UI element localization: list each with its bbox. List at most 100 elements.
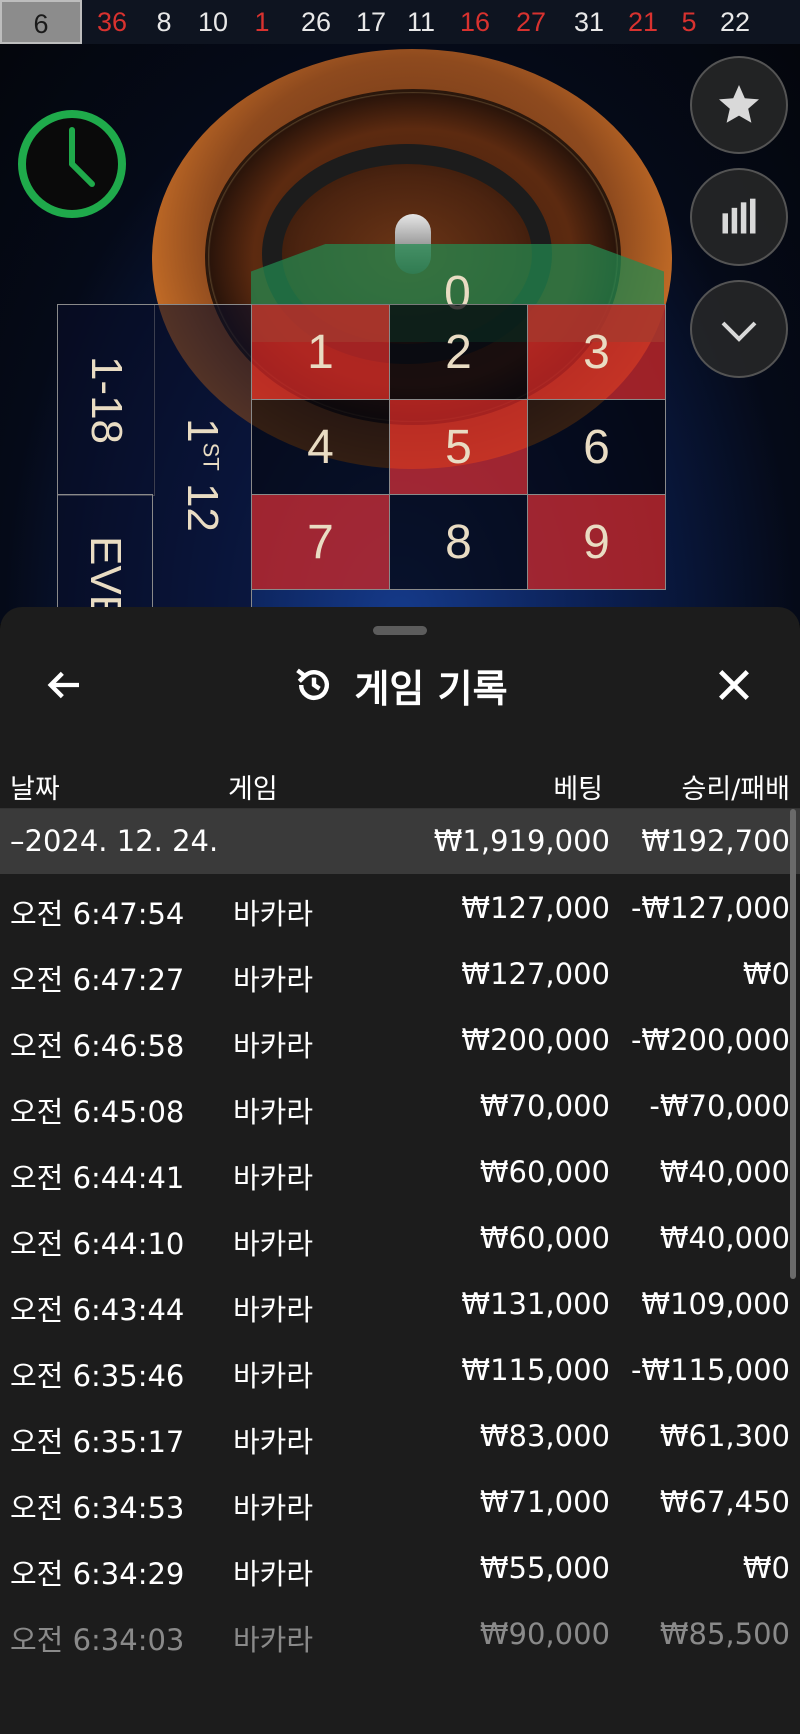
row-result: ₩109,000 bbox=[641, 1287, 790, 1321]
date-group-date: –2024. 12. 24. bbox=[10, 824, 219, 858]
bet-number-cell[interactable]: 7 bbox=[252, 495, 390, 590]
row-bet: ₩60,000 bbox=[479, 1221, 610, 1255]
column-header-result[interactable]: 승리/패배 bbox=[682, 767, 790, 806]
close-icon bbox=[719, 670, 749, 700]
row-bet: ₩83,000 bbox=[479, 1419, 610, 1453]
bet-first-dozen[interactable]: 1ST 12 bbox=[153, 304, 252, 624]
bet-number-cell[interactable]: 8 bbox=[390, 495, 528, 590]
bet-low-1-18[interactable]: 1-18 bbox=[57, 304, 155, 496]
column-header-date[interactable]: 날짜 bbox=[10, 767, 60, 806]
table-row[interactable]: 오전 6:34:29 바카라 ₩55,000 ₩0 bbox=[0, 1534, 800, 1600]
row-bet: ₩115,000 bbox=[461, 1353, 610, 1387]
bet-number-cell[interactable]: 3 bbox=[528, 305, 666, 400]
row-result: ₩40,000 bbox=[659, 1155, 790, 1189]
table-row[interactable]: 오전 6:44:41 바카라 ₩60,000 ₩40,000 bbox=[0, 1138, 800, 1204]
row-game: 바카라 bbox=[233, 1359, 314, 1393]
collapse-button[interactable] bbox=[690, 280, 788, 378]
clock-icon bbox=[18, 110, 126, 218]
row-game: 바카라 bbox=[233, 1161, 314, 1195]
result-number: 10 bbox=[197, 7, 229, 37]
row-bet: ₩55,000 bbox=[479, 1551, 610, 1585]
result-number: 8 bbox=[156, 7, 172, 37]
chevron-down-icon bbox=[721, 321, 757, 342]
bet-number-label: 6 bbox=[583, 420, 610, 474]
table-row[interactable]: 오전 6:47:54 바카라 ₩127,000 -₩127,000 bbox=[0, 874, 800, 940]
row-result: ₩67,450 bbox=[659, 1485, 790, 1519]
timer-button[interactable] bbox=[16, 108, 128, 220]
sheet-drag-handle[interactable] bbox=[373, 626, 427, 635]
table-row[interactable]: 오전 6:34:03 바카라 ₩90,000 ₩85,500 bbox=[0, 1600, 800, 1666]
bet-number-cell[interactable]: 1 bbox=[252, 305, 390, 400]
bar-chart-icon bbox=[722, 198, 756, 234]
table-row[interactable]: 오전 6:34:53 바카라 ₩71,000 ₩67,450 bbox=[0, 1468, 800, 1534]
table-row[interactable]: 오전 6:35:46 바카라 ₩115,000 -₩115,000 bbox=[0, 1336, 800, 1402]
bet-grid: 1 2 3 4 5 6 7 8 9 bbox=[251, 304, 666, 590]
row-result: ₩85,500 bbox=[659, 1617, 790, 1651]
recent-results-strip: 6 36 8 10 1 26 17 11 16 27 31 21 5 22 bbox=[0, 0, 800, 44]
row-bet: ₩127,000 bbox=[461, 957, 610, 991]
result-number: 5 bbox=[681, 7, 697, 37]
row-bet: ₩71,000 bbox=[479, 1485, 610, 1519]
table-row[interactable]: 오전 6:46:58 바카라 ₩200,000 -₩200,000 bbox=[0, 1006, 800, 1072]
bet-even[interactable]: EVE bbox=[57, 494, 153, 624]
history-list: 오전 6:47:54 바카라 ₩127,000 -₩127,000 오전 6:47:27… bbox=[0, 874, 800, 1666]
table-row[interactable]: 오전 6:43:44 바카라 ₩131,000 ₩109,000 bbox=[0, 1270, 800, 1336]
game-history-sheet: 게임 기록 날짜 게임 베팅 승리/패배 –2024. 12. 24. ₩1,9… bbox=[0, 607, 800, 1734]
table-row[interactable]: 오전 6:44:10 바카라 ₩60,000 ₩40,000 bbox=[0, 1204, 800, 1270]
bet-number-cell[interactable]: 5 bbox=[390, 400, 528, 495]
row-time: 오전 6:34:53 bbox=[10, 1491, 185, 1525]
row-time: 오전 6:34:29 bbox=[10, 1557, 185, 1591]
result-number: 36 bbox=[96, 7, 128, 37]
scrollbar[interactable] bbox=[790, 809, 796, 1279]
result-number: 1 bbox=[254, 7, 270, 37]
bet-number-cell[interactable]: 2 bbox=[390, 305, 528, 400]
bet-number-label: 8 bbox=[445, 515, 472, 569]
row-time: 오전 6:44:10 bbox=[10, 1227, 185, 1261]
table-row[interactable]: 오전 6:35:17 바카라 ₩83,000 ₩61,300 bbox=[0, 1402, 800, 1468]
roulette-game-area: 0 123456789 1-18 EVE 1ST 12 bbox=[0, 44, 800, 624]
bet-number-label: 5 bbox=[445, 420, 472, 474]
table-row[interactable]: 오전 6:45:08 바카라 ₩70,000 -₩70,000 bbox=[0, 1072, 800, 1138]
result-number: 21 bbox=[627, 7, 659, 37]
result-number: 11 bbox=[406, 7, 436, 37]
bet-number-cell[interactable]: 4 bbox=[252, 400, 390, 495]
statistics-button[interactable] bbox=[690, 168, 788, 266]
bet-low-label: 1-18 bbox=[81, 355, 131, 445]
row-time: 오전 6:43:44 bbox=[10, 1293, 185, 1327]
row-time: 오전 6:35:17 bbox=[10, 1425, 185, 1459]
row-time: 오전 6:34:03 bbox=[10, 1623, 185, 1657]
bet-number-cell[interactable]: 6 bbox=[528, 400, 666, 495]
row-bet: ₩60,000 bbox=[479, 1155, 610, 1189]
row-result: ₩61,300 bbox=[659, 1419, 790, 1453]
row-game: 바카라 bbox=[233, 963, 314, 997]
row-time: 오전 6:44:41 bbox=[10, 1161, 185, 1195]
favorites-button[interactable] bbox=[690, 56, 788, 154]
row-game: 바카라 bbox=[233, 1029, 314, 1063]
star-icon bbox=[719, 85, 759, 123]
result-number: 16 bbox=[459, 7, 491, 37]
table-header: 날짜 게임 베팅 승리/패배 bbox=[0, 747, 800, 815]
page-title: 게임 기록 bbox=[354, 666, 508, 711]
bet-number-label: 9 bbox=[583, 515, 610, 569]
row-bet: ₩90,000 bbox=[479, 1617, 610, 1651]
bet-first-dozen-label: 1ST 12 bbox=[178, 418, 227, 532]
table-row[interactable]: 오전 6:47:27 바카라 ₩127,000 ₩0 bbox=[0, 940, 800, 1006]
row-game: 바카라 bbox=[233, 1557, 314, 1591]
column-header-bet[interactable]: 베팅 bbox=[553, 767, 603, 806]
column-header-game[interactable]: 게임 bbox=[228, 767, 278, 806]
row-result: -₩127,000 bbox=[630, 891, 790, 925]
row-time: 오전 6:47:54 bbox=[10, 897, 185, 931]
row-bet: ₩200,000 bbox=[461, 1023, 610, 1057]
result-number: 26 bbox=[300, 7, 332, 37]
result-number: 22 bbox=[719, 7, 751, 37]
close-button[interactable] bbox=[708, 659, 760, 711]
row-result: -₩115,000 bbox=[630, 1353, 790, 1387]
row-game: 바카라 bbox=[233, 1425, 314, 1459]
row-bet: ₩131,000 bbox=[461, 1287, 610, 1321]
row-game: 바카라 bbox=[233, 1095, 314, 1129]
date-group-row[interactable]: –2024. 12. 24. ₩1,919,000 ₩192,700 bbox=[0, 809, 800, 874]
bet-number-cell[interactable]: 9 bbox=[528, 495, 666, 590]
row-game: 바카라 bbox=[233, 1623, 314, 1657]
row-result: ₩0 bbox=[742, 957, 790, 991]
date-group-total-result: ₩192,700 bbox=[641, 824, 790, 858]
